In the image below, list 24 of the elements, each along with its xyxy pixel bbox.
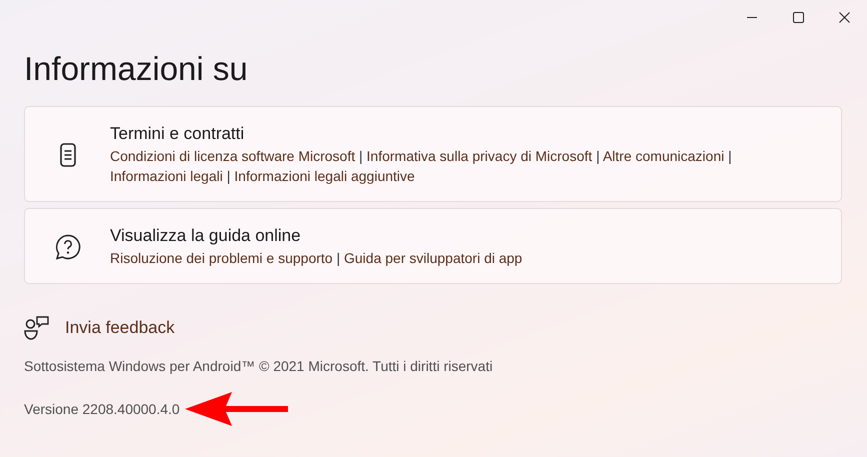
feedback-link[interactable]: Invia feedback — [65, 318, 175, 338]
help-icon — [54, 234, 80, 260]
link[interactable]: Risoluzione dei problemi e supporto — [110, 250, 333, 266]
link[interactable]: Informazioni legali aggiuntive — [234, 168, 415, 184]
link[interactable]: Guida per sviluppatori di app — [344, 250, 522, 266]
card-heading: Termini e contratti — [110, 124, 246, 144]
separator: | — [728, 148, 732, 164]
minimize-icon — [747, 16, 757, 18]
link[interactable]: Informazioni legali — [110, 168, 223, 184]
copyright-text: Sottosistema Windows per Android™ © 2021 Microsoft. Tutti i diritti riservati — [24, 358, 494, 374]
card-heading: Visualizza la guida online — [110, 226, 302, 246]
maximize-icon — [792, 12, 804, 22]
page-title: Informazioni su — [24, 49, 249, 89]
link[interactable]: Altre comunicazioni — [602, 148, 724, 164]
link[interactable]: Informativa sulla privacy di Microsoft — [366, 148, 592, 164]
separator: | — [596, 148, 600, 164]
separator: | — [336, 250, 340, 266]
link[interactable]: Condizioni di licenza software Microsoft — [110, 148, 356, 164]
close-icon — [838, 12, 850, 22]
separator: | — [359, 148, 363, 164]
document-icon — [60, 143, 76, 167]
feedback-icon — [24, 316, 49, 340]
version-text: Versione 2208.40000.4.0 — [24, 401, 180, 417]
separator: | — [226, 168, 230, 184]
